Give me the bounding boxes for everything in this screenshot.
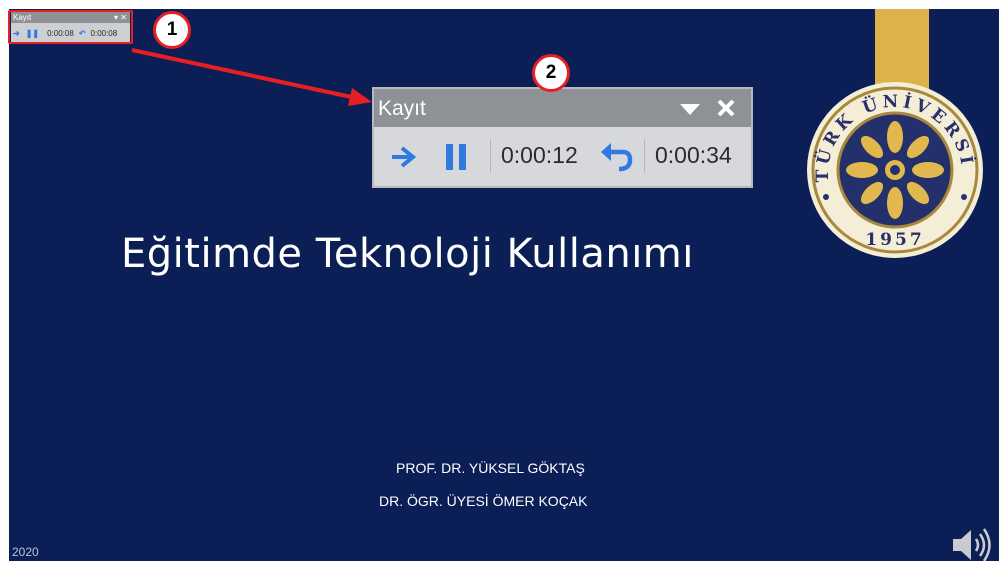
recording-toolbar-title: Kayıt	[378, 97, 426, 120]
elapsed-time: 0:00:12	[501, 142, 578, 168]
callout-badge-1: 1	[153, 11, 191, 49]
recording-toolbar-row: 0:00:12 0:00:34	[374, 127, 751, 186]
recording-toolbar: Kayıt 0:00:12 0:00:34	[374, 89, 751, 186]
toolbar-separator	[490, 139, 491, 173]
speaker-icon[interactable]	[949, 525, 993, 561]
toolbar-dropdown-icon[interactable]	[679, 102, 701, 116]
callout-badge-2: 2	[532, 54, 570, 92]
mini-toolbar-highlight-box	[8, 10, 133, 44]
slide-date: 2020	[12, 545, 39, 559]
author-primary: PROF. DR. YÜKSEL GÖKTAŞ	[396, 460, 585, 476]
next-arrow-icon[interactable]	[390, 145, 418, 169]
author-secondary: DR. ÖGR. ÜYESİ ÖMER KOÇAK	[379, 493, 588, 509]
slide-title: Eğitimde Teknoloji Kullanımı	[121, 231, 694, 277]
total-time: 0:00:34	[655, 142, 732, 168]
university-seal-logo: ATATÜRK ÜNİVERSİTESİ 1957	[804, 79, 983, 258]
repeat-icon[interactable]	[599, 140, 633, 174]
seal-year: 1957	[865, 230, 924, 250]
toolbar-separator	[644, 139, 645, 173]
pause-icon[interactable]	[444, 142, 470, 172]
toolbar-close-icon[interactable]	[716, 98, 736, 118]
recording-toolbar-header: Kayıt	[374, 89, 751, 127]
